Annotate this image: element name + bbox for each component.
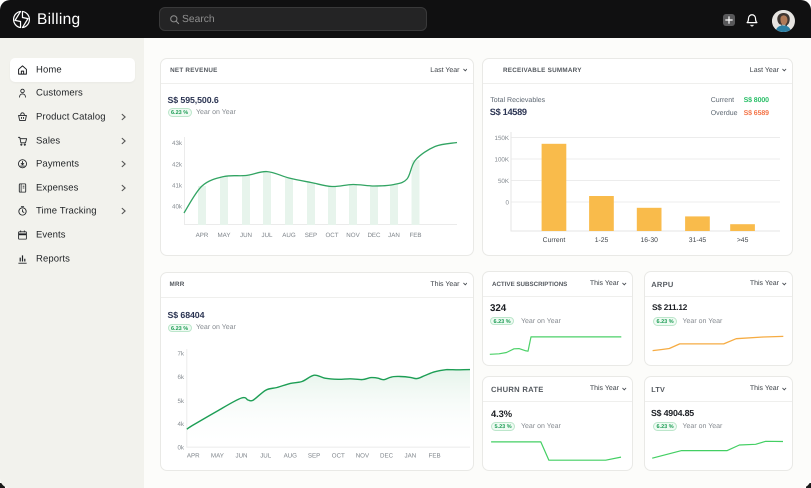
svg-text:JUL: JUL <box>261 232 273 239</box>
svg-text:150K: 150K <box>495 135 510 142</box>
svg-text:FEB: FEB <box>429 453 441 460</box>
svg-text:40k: 40k <box>172 204 183 211</box>
svg-text:SEP: SEP <box>308 453 320 460</box>
svg-text:43k: 43k <box>172 140 183 147</box>
svg-text:16-30: 16-30 <box>641 237 659 244</box>
svg-text:MAY: MAY <box>218 232 231 239</box>
svg-text:5k: 5k <box>177 398 184 405</box>
svg-text:7k: 7k <box>177 350 184 357</box>
svg-text:AUG: AUG <box>284 453 298 460</box>
svg-text:FEB: FEB <box>409 232 421 239</box>
svg-text:OCT: OCT <box>332 453 345 460</box>
svg-text:JUN: JUN <box>235 453 247 460</box>
svg-text:31-45: 31-45 <box>689 237 707 244</box>
svg-text:42k: 42k <box>172 162 183 169</box>
svg-text:JAN: JAN <box>405 453 417 460</box>
svg-text:DEC: DEC <box>367 232 381 239</box>
svg-text:AUG: AUG <box>282 232 296 239</box>
svg-text:1-25: 1-25 <box>595 237 609 244</box>
svg-text:JAN: JAN <box>388 232 400 239</box>
svg-text:MAY: MAY <box>211 453 224 460</box>
svg-text:100K: 100K <box>495 157 510 164</box>
svg-text:Current: Current <box>543 237 566 244</box>
svg-text:0k: 0k <box>177 445 184 452</box>
svg-text:NOV: NOV <box>356 453 370 460</box>
svg-text:0: 0 <box>506 200 510 207</box>
svg-text:APR: APR <box>187 453 200 460</box>
svg-text:JUN: JUN <box>240 232 252 239</box>
svg-text:NOV: NOV <box>346 232 360 239</box>
svg-text:DEC: DEC <box>380 453 394 460</box>
svg-text:50K: 50K <box>498 178 510 185</box>
svg-text:4k: 4k <box>177 421 184 428</box>
svg-text:>45: >45 <box>737 237 749 244</box>
svg-text:OCT: OCT <box>325 232 338 239</box>
svg-text:41k: 41k <box>172 183 183 190</box>
svg-text:SEP: SEP <box>305 232 317 239</box>
svg-text:JUL: JUL <box>260 453 272 460</box>
svg-text:APR: APR <box>196 232 209 239</box>
svg-text:6k: 6k <box>177 374 184 381</box>
